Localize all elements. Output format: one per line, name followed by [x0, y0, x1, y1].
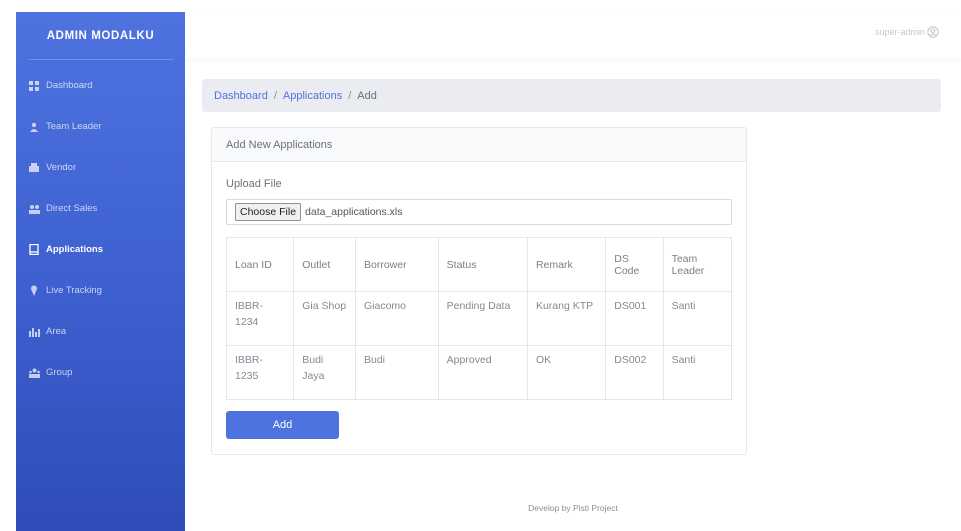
breadcrumb-separator: /: [348, 89, 352, 102]
sidebar-item-vendor[interactable]: Vendor: [16, 147, 185, 188]
table-cell: DS002: [605, 345, 664, 400]
file-icon: [28, 244, 40, 256]
sidebar-item-group[interactable]: Group: [16, 352, 185, 393]
applications-table: Loan ID Outlet Borrower Status Remark DS…: [225, 237, 733, 400]
topbar: super-admin: [185, 12, 961, 59]
table-cell: Giacomo: [354, 291, 439, 346]
table-cell: Gia Shop: [293, 291, 356, 346]
selected-file-name: data_applications.xls: [305, 206, 403, 218]
user-icon: [28, 121, 40, 133]
sidebar-divider: [28, 59, 173, 60]
table-cell: IBBR-1235: [225, 345, 295, 400]
user-menu[interactable]: super-admin: [875, 26, 939, 38]
breadcrumb-dashboard-link[interactable]: Dashboard: [214, 90, 268, 102]
table-cell: Approved: [437, 345, 528, 400]
column-header: Status: [437, 237, 528, 292]
group-icon: [28, 367, 40, 379]
area-chart-icon: [28, 326, 40, 338]
sidebar-item-label: Applications: [46, 244, 104, 255]
sidebar-item-direct-sales[interactable]: Direct Sales: [16, 188, 185, 229]
sidebar-item-label: Live Tracking: [46, 285, 102, 296]
user-name: super-admin: [874, 27, 925, 37]
map-pin-icon: [28, 285, 40, 297]
sidebar-item-dashboard[interactable]: Dashboard: [16, 65, 185, 106]
upload-file-label: Upload File: [226, 178, 282, 190]
breadcrumb-current: Add: [357, 89, 377, 102]
vendor-icon: [28, 162, 40, 174]
table-row: IBBR-1234 Gia Shop Giacomo Pending Data …: [225, 291, 733, 346]
breadcrumb-applications-link[interactable]: Applications: [283, 90, 342, 102]
add-button[interactable]: Add: [226, 411, 339, 439]
sidebar-item-applications[interactable]: Applications: [16, 229, 185, 270]
table-header-row: Loan ID Outlet Borrower Status Remark DS…: [225, 237, 733, 292]
table-cell: Budi Jaya: [293, 345, 356, 400]
table-row: IBBR-1235 Budi Jaya Budi Approved OK DS0…: [225, 345, 733, 400]
table-cell: Pending Data: [437, 291, 528, 346]
column-header: Team Leader: [662, 237, 733, 292]
table-cell: Santi: [662, 345, 733, 400]
table-cell: Santi: [662, 291, 733, 346]
breadcrumb: Dashboard / Applications / Add: [202, 79, 941, 112]
sidebar-item-area[interactable]: Area: [16, 311, 185, 352]
sidebar-item-label: Team Leader: [46, 121, 102, 132]
sidebar-item-label: Direct Sales: [46, 203, 98, 214]
sidebar-item-label: Area: [46, 326, 67, 337]
table-cell: Kurang KTP: [526, 291, 607, 346]
card-title: Add New Applications: [212, 128, 746, 162]
table-cell: IBBR-1234: [225, 291, 295, 346]
dashboard-icon: [28, 80, 40, 92]
column-header: Remark: [526, 237, 607, 292]
users-icon: [28, 203, 40, 215]
sidebar-nav: Dashboard Team Leader Vendor Direct Sale…: [16, 65, 185, 393]
column-header: Outlet: [293, 237, 356, 292]
table-cell: OK: [526, 345, 607, 400]
add-applications-card: Add New Applications Upload File Choose …: [211, 127, 747, 455]
table-cell: DS001: [605, 291, 664, 346]
card-body: Upload File Choose File data_application…: [212, 162, 746, 439]
breadcrumb-separator: /: [273, 89, 277, 102]
table-cell: Budi: [354, 345, 439, 400]
column-header: DS Code: [605, 237, 664, 292]
sidebar-item-label: Group: [46, 367, 73, 378]
sidebar-item-label: Vendor: [46, 162, 77, 173]
file-upload-input[interactable]: Choose File data_applications.xls: [226, 199, 732, 225]
sidebar-item-team-leader[interactable]: Team Leader: [16, 106, 185, 147]
column-header: Loan ID: [225, 237, 295, 292]
sidebar-item-live-tracking[interactable]: Live Tracking: [16, 270, 185, 311]
sidebar: ADMIN MODALKU Dashboard Team Leader Vend…: [16, 12, 185, 531]
sidebar-item-label: Dashboard: [46, 80, 93, 91]
choose-file-button[interactable]: Choose File: [235, 203, 302, 221]
footer-credit: Develop by Pisti Project: [528, 503, 618, 513]
column-header: Borrower: [354, 237, 439, 292]
user-circle-icon: [927, 26, 939, 38]
brand-logo[interactable]: ADMIN MODALKU: [16, 12, 185, 59]
